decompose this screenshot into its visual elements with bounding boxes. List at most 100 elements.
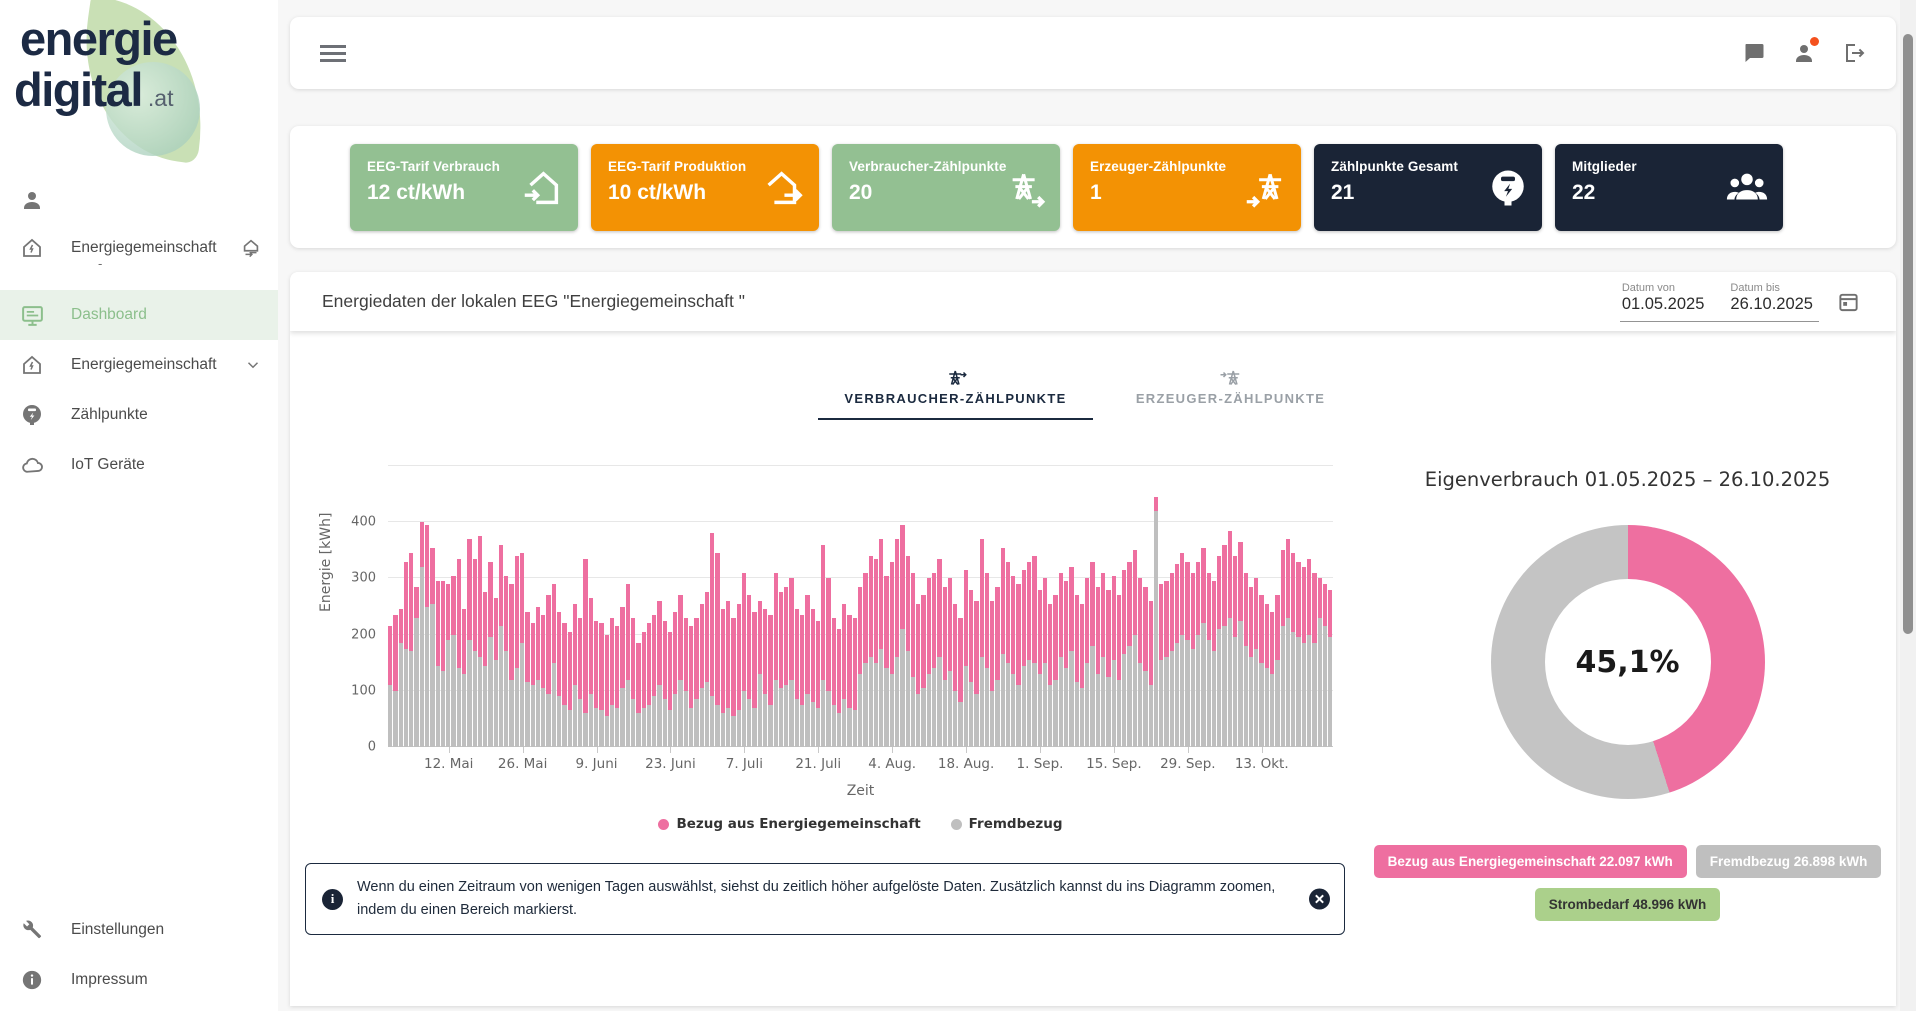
bar-35 <box>573 604 577 747</box>
bar-143 <box>1143 587 1147 747</box>
donut-chart[interactable]: 45,1% <box>1491 525 1765 799</box>
bar-46 <box>631 618 635 747</box>
bar-175 <box>1312 573 1316 747</box>
bar-119 <box>1016 584 1020 747</box>
bar-154 <box>1201 548 1205 747</box>
date-from-field[interactable]: Datum von 01.05.2025 <box>1622 282 1705 314</box>
sidebar-item-impressum[interactable]: Impressum <box>0 955 278 1005</box>
tab-label: ERZEUGER-ZÄHLPUNKTE <box>1103 391 1358 406</box>
logo-text: energie digital.at <box>20 14 177 116</box>
bar-139 <box>1122 570 1126 747</box>
bar-156 <box>1212 581 1216 747</box>
bar-chart: Energie [kWh] 0100200300400 12. Mai26. M… <box>300 422 1360 935</box>
date-to-field[interactable]: Datum bis 26.10.2025 <box>1730 282 1813 314</box>
page-scrollbar[interactable] <box>1900 0 1916 1011</box>
bar-96 <box>895 539 899 747</box>
legend-item-fremdbezug[interactable]: Fremdbezug <box>951 816 1063 832</box>
panel-header: Energiedaten der lokalen EEG "Energiegem… <box>290 272 1896 331</box>
pylon-arrow-out-icon <box>828 366 1083 388</box>
main-content: EEG-Tarif Verbrauch 12 ct/kWh EEG-Tarif … <box>278 0 1916 1011</box>
logout-icon[interactable] <box>1842 41 1866 65</box>
sidebar-item-iot-geraete[interactable]: IoT Geräte <box>0 440 278 490</box>
bar-78 <box>800 615 804 747</box>
bar-91 <box>869 556 873 747</box>
bar-129 <box>1069 567 1073 747</box>
bar-25 <box>520 553 524 747</box>
bar-21 <box>499 545 503 747</box>
x-axis-title: Zeit <box>388 783 1333 799</box>
menu-icon[interactable] <box>320 41 346 66</box>
bar-86 <box>842 604 846 747</box>
bar-61 <box>710 533 714 747</box>
bar-76 <box>789 578 793 747</box>
bar-100 <box>916 604 920 747</box>
bar-65 <box>731 618 735 747</box>
bar-106 <box>948 578 952 747</box>
bar-146 <box>1159 584 1163 747</box>
account-icon[interactable] <box>1792 41 1816 65</box>
bar-34 <box>568 632 572 747</box>
bar-79 <box>805 595 809 747</box>
app-logo: energie digital.at <box>14 10 266 142</box>
house-energy-icon <box>19 353 45 377</box>
bar-169 <box>1281 550 1285 747</box>
bar-85 <box>837 629 841 747</box>
bar-18 <box>483 592 487 747</box>
bar-55 <box>678 595 682 747</box>
sidebar-item-community-header[interactable]: Energiegemeinschaft - <box>0 220 278 276</box>
scrollbar-thumb[interactable] <box>1903 34 1913 634</box>
bar-170 <box>1286 539 1290 747</box>
sidebar-item-energiegemeinschaft[interactable]: Energiegemeinschaft <box>0 340 278 390</box>
chat-icon[interactable] <box>1742 41 1766 65</box>
bar-135 <box>1101 573 1105 747</box>
legend-item-eeg[interactable]: Bezug aus Energiegemeinschaft <box>658 816 920 832</box>
bar-56 <box>684 618 688 747</box>
bar-11 <box>446 584 450 747</box>
sidebar-item-zaehlpunkte[interactable]: Zählpunkte <box>0 390 278 440</box>
sidebar-item-label: Zählpunkte <box>71 406 148 424</box>
sidebar-item-einstellungen[interactable]: Einstellungen <box>0 905 278 955</box>
bar-111 <box>974 601 978 747</box>
cloud-icon <box>19 453 45 478</box>
bar-45 <box>626 584 630 747</box>
sidebar-item-user[interactable] <box>0 180 278 220</box>
date-from-value[interactable]: 01.05.2025 <box>1622 295 1705 314</box>
sidebar: energie digital.at Energiegemeinschaft - <box>0 0 278 1011</box>
bar-177 <box>1323 584 1327 747</box>
people-icon <box>1724 165 1770 211</box>
bar-125 <box>1048 604 1052 747</box>
bar-148 <box>1170 573 1174 747</box>
bar-plot[interactable]: 0100200300400 <box>388 466 1333 747</box>
bar-153 <box>1196 562 1200 747</box>
calendar-icon[interactable] <box>1837 290 1860 313</box>
close-icon[interactable] <box>1309 889 1330 910</box>
bar-73 <box>774 573 778 747</box>
bar-52 <box>663 621 667 747</box>
dashboard-monitor-icon <box>19 303 45 328</box>
bar-127 <box>1059 573 1063 747</box>
tab-erzeuger-zaehlpunkte[interactable]: ERZEUGER-ZÄHLPUNKTE <box>1093 360 1368 420</box>
bar-174 <box>1307 559 1311 747</box>
bar-171 <box>1291 553 1295 747</box>
bar-28 <box>536 607 540 747</box>
date-to-value[interactable]: 26.10.2025 <box>1730 295 1813 314</box>
bar-77 <box>795 609 799 747</box>
sidebar-item-label: IoT Geräte <box>71 456 145 474</box>
bar-24 <box>515 556 519 747</box>
bar-122 <box>1032 556 1036 747</box>
bar-113 <box>985 573 989 747</box>
bar-63 <box>721 609 725 747</box>
bar-149 <box>1175 564 1179 747</box>
switch-community-icon[interactable] <box>240 237 262 259</box>
bar-93 <box>879 539 883 747</box>
bar-29 <box>541 615 545 747</box>
bar-102 <box>927 578 931 747</box>
bar-152 <box>1191 573 1195 747</box>
bar-141 <box>1133 550 1137 747</box>
logo-suffix: .at <box>148 85 174 111</box>
bar-0 <box>388 626 392 747</box>
tab-verbraucher-zaehlpunkte[interactable]: VERBRAUCHER-ZÄHLPUNKTE <box>818 360 1093 420</box>
bar-104 <box>937 559 941 747</box>
sidebar-item-dashboard[interactable]: Dashboard <box>0 290 278 340</box>
bar-17 <box>478 536 482 747</box>
